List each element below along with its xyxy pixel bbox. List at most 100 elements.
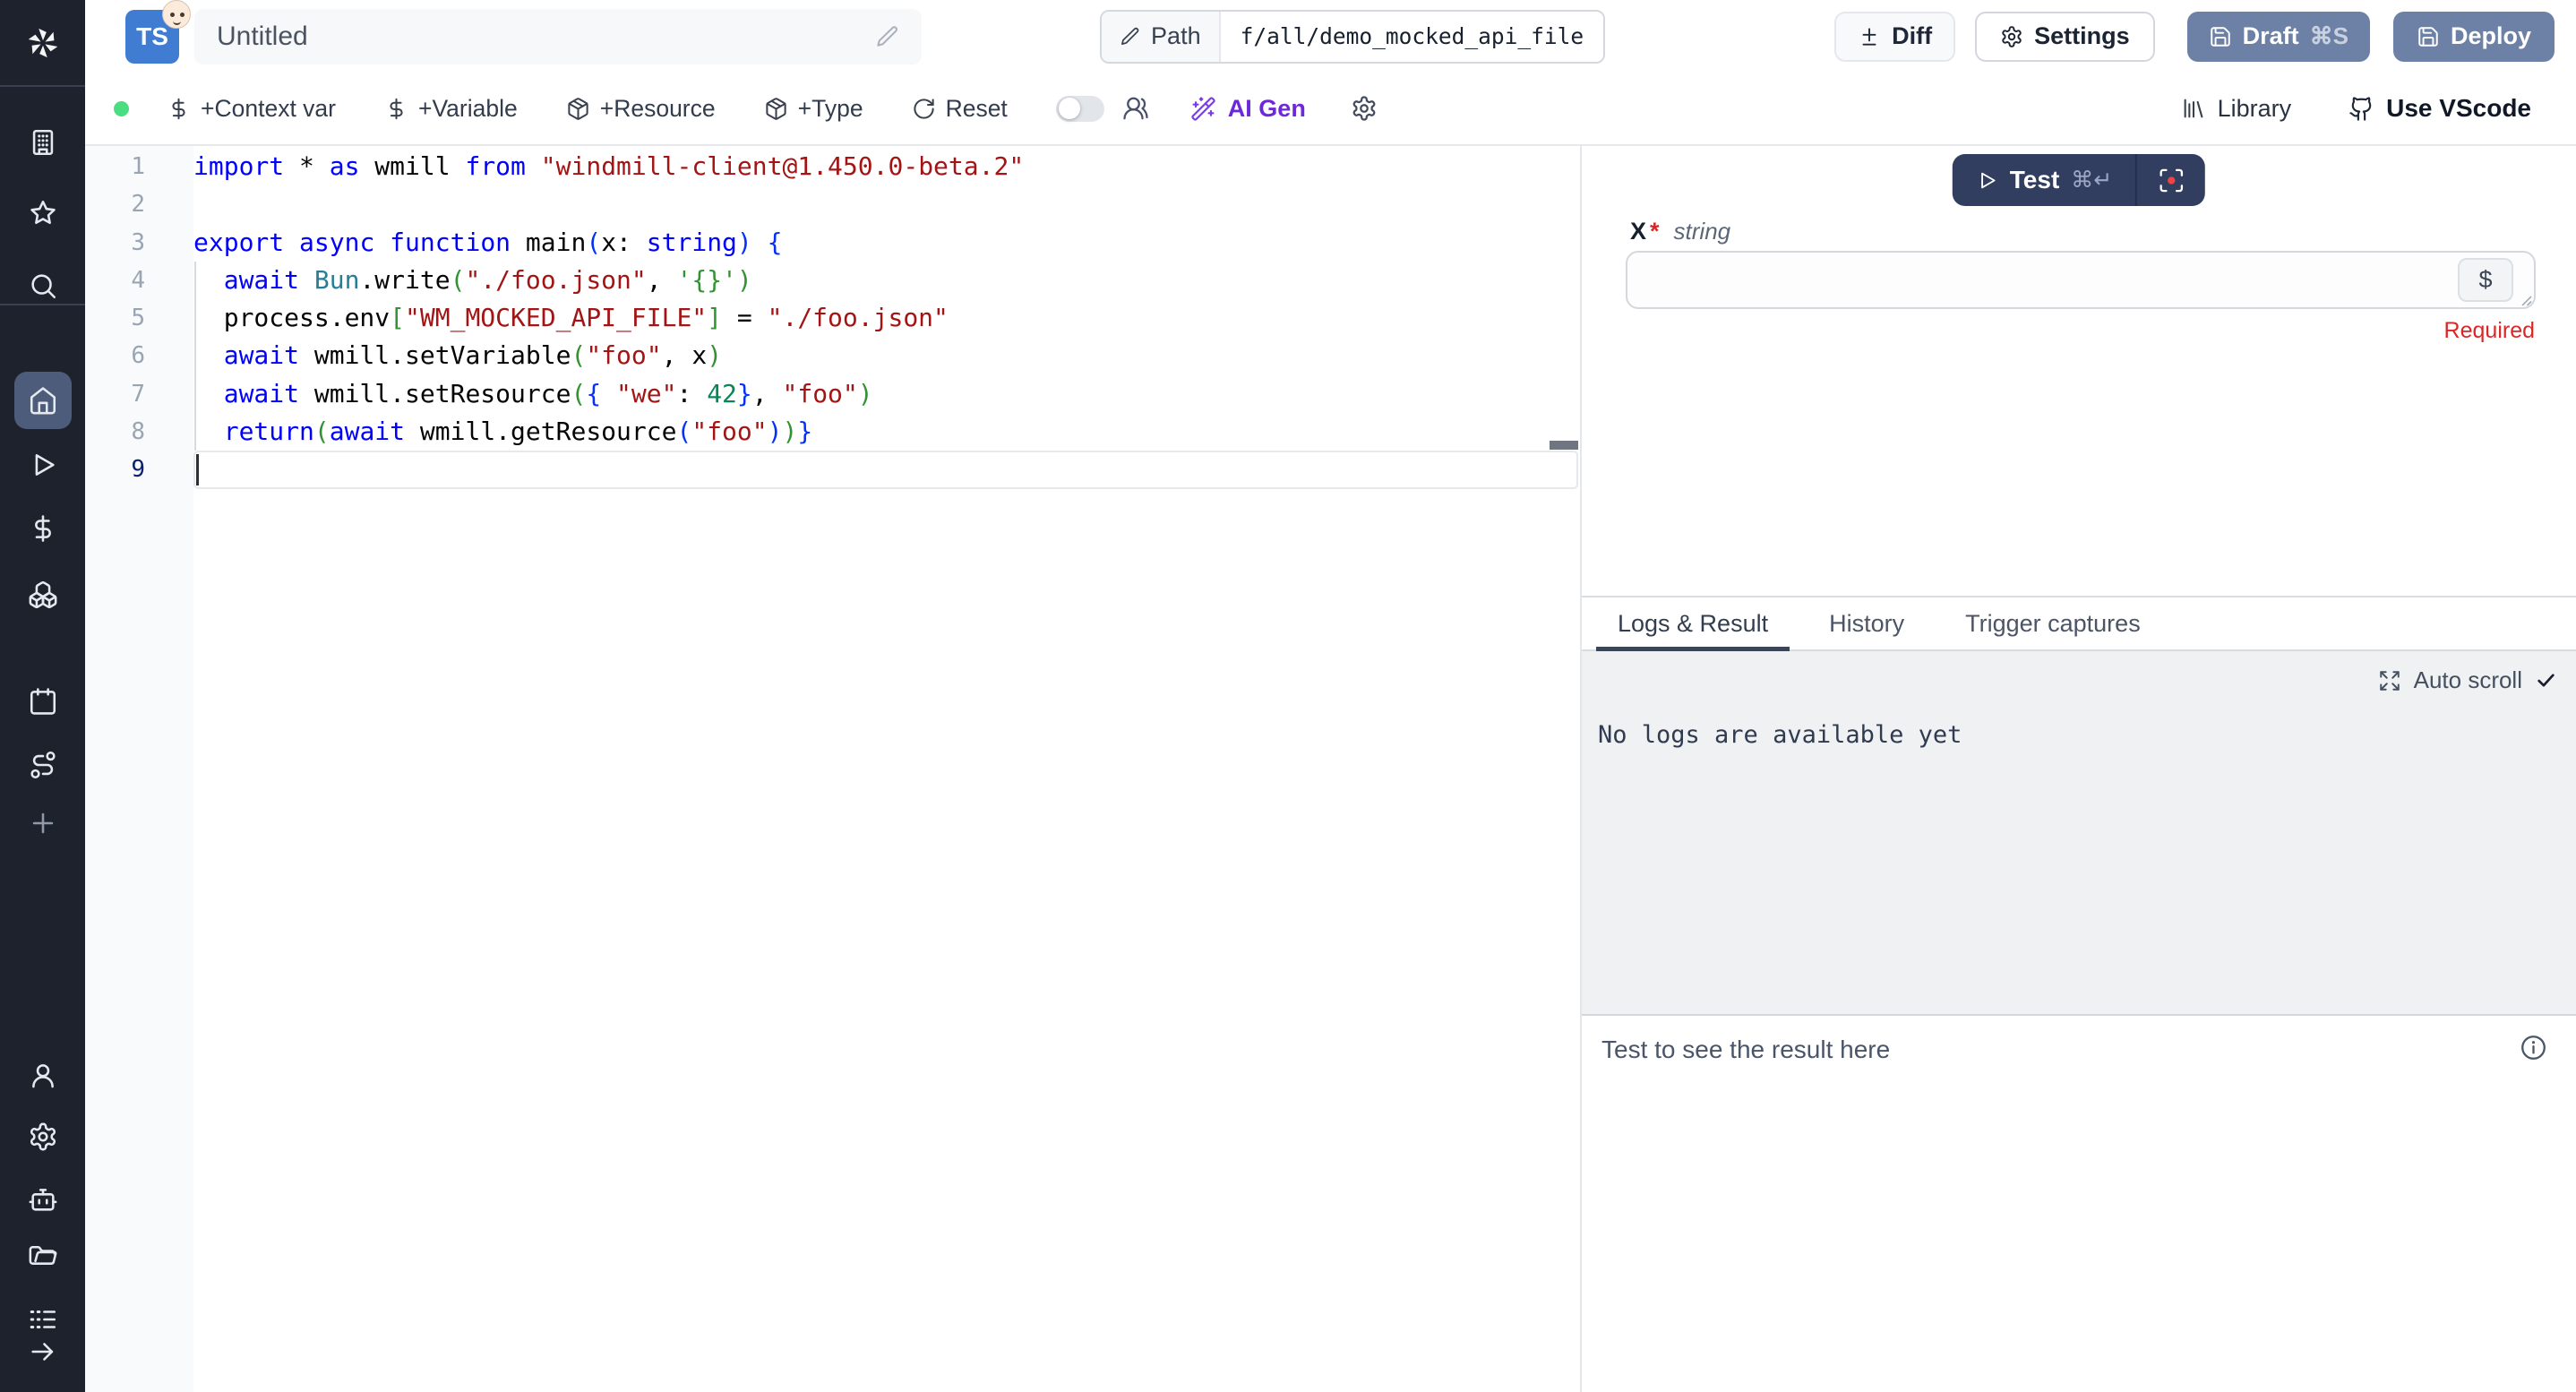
code-line[interactable]: [193, 185, 1580, 223]
line-number: 8: [85, 413, 193, 451]
sidebar-item-plus[interactable]: [14, 807, 72, 839]
sidebar-item-arrow-right[interactable]: [14, 1336, 72, 1368]
sidebar-item-star[interactable]: [14, 197, 72, 229]
scrollbar-cursor-mark[interactable]: [1550, 441, 1578, 450]
focus-record-icon: [2158, 167, 2185, 194]
github-icon: [2348, 96, 2374, 122]
toolbar-item-reset[interactable]: Reset: [912, 95, 1008, 123]
search-icon: [28, 271, 58, 301]
code-line[interactable]: import * as wmill from "windmill-client@…: [193, 148, 1580, 185]
arrow-right-icon: [28, 1336, 58, 1367]
toolbar-item-label: +Type: [798, 95, 863, 123]
toolbar-item-label: +Variable: [418, 95, 518, 123]
wand-sparkles-icon: [1190, 96, 1216, 122]
arg-name: X: [1630, 218, 1646, 245]
plus-icon: [28, 808, 58, 838]
users-icon[interactable]: [1122, 95, 1149, 122]
deploy-button[interactable]: Deploy: [2393, 12, 2555, 62]
resize-grip-icon[interactable]: [2519, 293, 2533, 307]
code-line[interactable]: process.env["WM_MOCKED_API_FILE"] = "./f…: [193, 299, 1580, 337]
app-window: TS Untitled Path f/all/demo_mocked_api_f…: [0, 0, 2576, 1392]
settings-button[interactable]: Settings: [1975, 12, 2155, 62]
library-button[interactable]: Library: [2181, 95, 2292, 123]
line-number: 2: [85, 185, 193, 223]
ai-gen-button[interactable]: AI Gen: [1190, 95, 1306, 123]
pencil-icon: [1120, 26, 1140, 47]
path-field[interactable]: Path f/all/demo_mocked_api_file: [1100, 10, 1605, 64]
sidebar: [0, 0, 85, 1392]
line-number: 1: [85, 148, 193, 185]
robot-icon: [28, 1184, 58, 1215]
check-icon[interactable]: [2535, 669, 2557, 692]
path-label-segment[interactable]: Path: [1102, 12, 1221, 62]
sidebar-item-logs[interactable]: [14, 1303, 72, 1336]
star-icon: [28, 198, 58, 228]
windmill-logo[interactable]: [0, 0, 85, 87]
editor-toolbar: +Context var +Variable +Resource +Type Reset…: [85, 73, 2576, 146]
sidebar-item-home[interactable]: [14, 372, 72, 429]
tab-history[interactable]: History: [1807, 597, 1926, 649]
use-vscode-button[interactable]: Use VScode: [2348, 94, 2531, 123]
logs-empty-message: No logs are available yet: [1598, 721, 1962, 749]
pencil-icon[interactable]: [875, 24, 899, 48]
sidebar-item-route[interactable]: [14, 749, 72, 781]
sidebar-item-search[interactable]: [14, 270, 72, 302]
watch-mode-button[interactable]: [2137, 154, 2205, 206]
logs-section: Auto scroll No logs are available yet: [1582, 651, 2576, 1014]
test-button[interactable]: Test ⌘↵: [1953, 154, 2205, 206]
code-line[interactable]: return(await wmill.getResource("foo"))}: [193, 413, 1580, 451]
rotate-cw-icon: [912, 97, 936, 121]
language-label: TS: [136, 22, 168, 51]
toolbar-item--type[interactable]: +Type: [764, 95, 863, 123]
sidebar-item-calendar[interactable]: [14, 685, 72, 717]
arg-type: string: [1674, 218, 1731, 245]
settings-label: Settings: [2034, 22, 2130, 50]
play-icon: [28, 450, 58, 480]
path-value: f/all/demo_mocked_api_file: [1221, 12, 1604, 62]
sidebar-item-dollar[interactable]: [14, 512, 72, 545]
code-line[interactable]: await wmill.setVariable("foo", x): [193, 337, 1580, 374]
sidebar-item-play[interactable]: [14, 449, 72, 481]
tab-logs---result[interactable]: Logs & Result: [1596, 597, 1790, 649]
script-title-box[interactable]: Untitled: [194, 9, 922, 64]
line-number: 6: [85, 337, 193, 374]
toolbar-item--context-var[interactable]: +Context var: [167, 95, 336, 123]
diff-button[interactable]: Diff: [1834, 12, 1955, 62]
variable-picker-button[interactable]: $: [2458, 258, 2513, 302]
info-icon[interactable]: [2520, 1034, 2547, 1061]
toolbar-item-label: Reset: [946, 95, 1008, 123]
code-editor[interactable]: 123456789 import * as wmill from "windmi…: [85, 146, 1580, 1392]
toolbar-item-label: +Resource: [600, 95, 716, 123]
line-number: 9: [85, 451, 193, 488]
sidebar-item-building[interactable]: [14, 126, 72, 159]
code-line[interactable]: await wmill.setResource({ "we": 42}, "fo…: [193, 375, 1580, 413]
sidebar-item-folder-open[interactable]: [14, 1242, 72, 1275]
required-hint: Required: [2444, 318, 2535, 344]
editor-settings-icon[interactable]: [1351, 95, 1378, 122]
code-line[interactable]: await Bun.write("./foo.json", '{}'): [193, 262, 1580, 299]
toggle-knob: [1059, 98, 1080, 119]
run-panel: Test ⌘↵ X * string $: [1580, 146, 2576, 1392]
code-line[interactable]: [193, 451, 1580, 488]
toolbar-item--resource[interactable]: +Resource: [566, 95, 716, 123]
draft-button[interactable]: Draft ⌘S: [2187, 12, 2370, 62]
toolbar-item--variable[interactable]: +Variable: [384, 95, 518, 123]
sidebar-item-gear[interactable]: [14, 1121, 72, 1153]
sidebar-item-user[interactable]: [14, 1060, 72, 1092]
auto-scroll-control[interactable]: Auto scroll: [2378, 666, 2557, 694]
arg-x-input[interactable]: [1626, 251, 2536, 309]
script-title: Untitled: [217, 21, 308, 52]
expand-icon[interactable]: [2378, 669, 2401, 692]
multiplayer-toggle[interactable]: [1056, 96, 1104, 122]
top-bar: TS Untitled Path f/all/demo_mocked_api_f…: [85, 0, 2576, 73]
line-number-gutter: 123456789: [85, 146, 193, 1392]
typescript-badge: TS: [125, 10, 179, 64]
library-icon: [2181, 96, 2206, 121]
baby-emoji-icon: [162, 0, 191, 29]
code-line[interactable]: export async function main(x: string) {: [193, 224, 1580, 262]
sidebar-item-robot[interactable]: [14, 1183, 72, 1216]
sidebar-item-boxes[interactable]: [14, 579, 72, 611]
tab-trigger-captures[interactable]: Trigger captures: [1944, 597, 2162, 649]
draft-shortcut: ⌘S: [2310, 22, 2348, 50]
calendar-icon: [28, 686, 58, 717]
